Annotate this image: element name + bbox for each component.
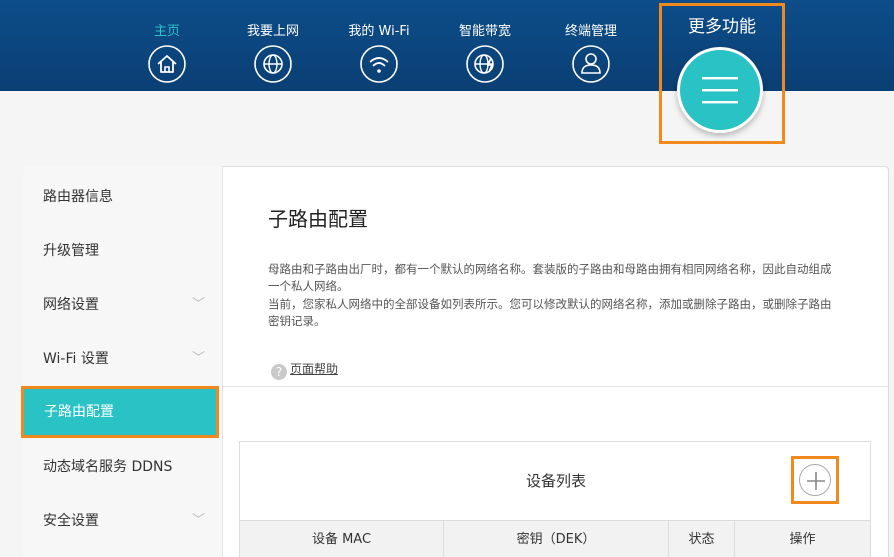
sidebar-item-security[interactable]: 安全设置 ﹀ bbox=[23, 494, 223, 548]
sidebar-item-label: 动态域名服务 DDNS bbox=[43, 459, 173, 475]
page-help-link[interactable]: 页面帮助 bbox=[290, 362, 338, 376]
nav-wifi-label: 我的 Wi-Fi bbox=[348, 24, 410, 39]
menu-icon bbox=[702, 77, 738, 104]
column-header-mac: 设备 MAC bbox=[240, 521, 444, 557]
device-list-title: 设备列表 bbox=[525, 472, 586, 490]
sidebar-item-label: 子路由配置 bbox=[44, 404, 114, 420]
globe-icon bbox=[254, 45, 292, 83]
sidebar-item-wifi[interactable]: Wi-Fi 设置 ﹀ bbox=[23, 332, 223, 386]
sidebar-item-network[interactable]: 网络设置 ﹀ bbox=[23, 278, 223, 332]
chevron-down-icon: ﹀ bbox=[191, 297, 205, 312]
nav-wifi[interactable]: 我的 Wi-Fi bbox=[339, 22, 419, 84]
table-header: 设备 MAC 密钥（DEK） 状态 操作 bbox=[240, 520, 870, 557]
description-paragraph-1: 母路由和子路由出厂时，都有一个默认的网络名称。套装版的子路由和母路由拥有相同网络… bbox=[268, 262, 832, 293]
sidebar-item-ddns[interactable]: 动态域名服务 DDNS bbox=[23, 440, 223, 494]
device-list: 设备列表 设备 MAC 密钥（DEK） 状态 操作 bbox=[239, 441, 871, 557]
help-icon: ? bbox=[271, 364, 287, 380]
nav-bandwidth[interactable]: 智能带宽 bbox=[445, 22, 525, 84]
column-header-action: 操作 bbox=[789, 532, 816, 547]
sidebar-item-router-info[interactable]: 路由器信息 bbox=[23, 170, 223, 224]
nav-bandwidth-label: 智能带宽 bbox=[458, 24, 511, 39]
chevron-down-icon: ﹀ bbox=[191, 351, 205, 366]
user-icon bbox=[572, 45, 610, 83]
page-help: ? 页面帮助 bbox=[271, 360, 338, 380]
chevron-down-icon: ﹀ bbox=[191, 513, 205, 528]
nav-home[interactable]: 主页 bbox=[127, 22, 207, 84]
nav-devices-label: 终端管理 bbox=[564, 24, 617, 39]
sidebar-item-label: 网络设置 bbox=[43, 297, 99, 313]
page-title: 子路由配置 bbox=[268, 207, 368, 231]
column-header-dek: 密钥（DEK） bbox=[444, 521, 669, 557]
sidebar-item-label: 安全设置 bbox=[43, 513, 99, 529]
more-functions-highlight: 更多功能 bbox=[659, 3, 785, 144]
home-icon bbox=[148, 45, 186, 83]
more-functions-button[interactable] bbox=[677, 47, 763, 133]
nav-internet-label: 我要上网 bbox=[246, 24, 299, 39]
column-header-status: 状态 bbox=[669, 521, 735, 557]
more-functions-label: 更多功能 bbox=[688, 17, 756, 37]
divider bbox=[223, 386, 888, 387]
sidebar: 路由器信息 升级管理 网络设置 ﹀ Wi-Fi 设置 ﹀ 子路由配置 动态域名服… bbox=[21, 166, 223, 557]
sidebar-item-sub-router[interactable]: 子路由配置 bbox=[21, 386, 219, 438]
description-paragraph-2: 当前，您家私人网络中的全部设备如列表所示。您可以修改默认的网络名称，添加或删除子… bbox=[268, 297, 832, 328]
bandwidth-globe-icon bbox=[466, 45, 504, 83]
sidebar-item-label: 路由器信息 bbox=[43, 189, 113, 205]
sidebar-item-upgrade[interactable]: 升级管理 bbox=[23, 224, 223, 278]
add-device-button[interactable] bbox=[799, 464, 831, 496]
nav-internet[interactable]: 我要上网 bbox=[233, 22, 313, 84]
plus-icon bbox=[807, 472, 825, 490]
nav-home-label: 主页 bbox=[153, 24, 180, 39]
add-button-highlight bbox=[791, 456, 839, 504]
wifi-icon bbox=[360, 45, 398, 83]
sidebar-item-label: Wi-Fi 设置 bbox=[43, 351, 109, 367]
nav-devices[interactable]: 终端管理 bbox=[551, 22, 631, 84]
sidebar-item-label: 升级管理 bbox=[43, 243, 99, 259]
